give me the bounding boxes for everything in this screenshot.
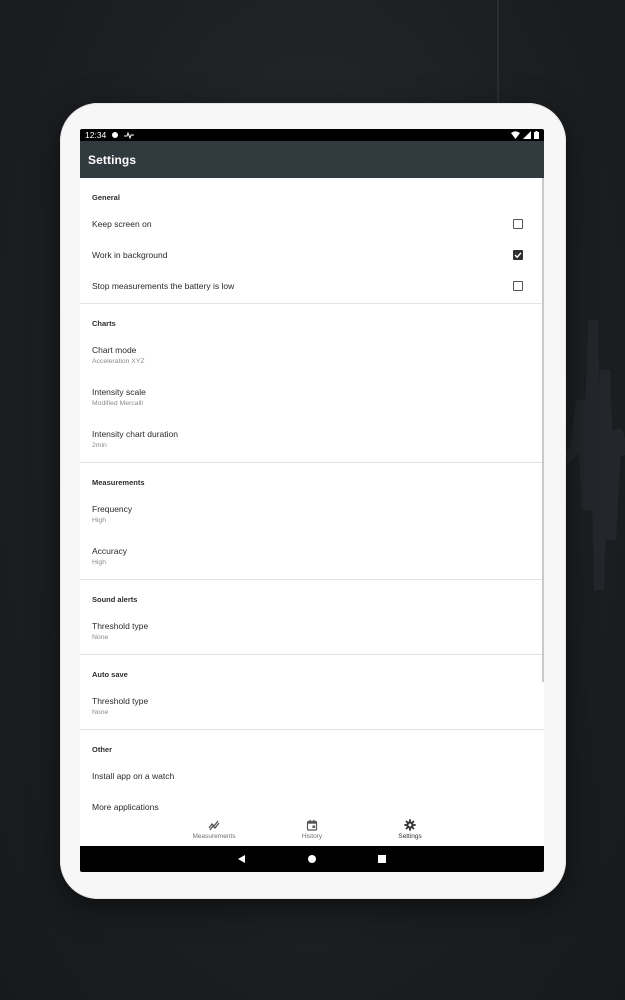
calendar-icon — [306, 819, 318, 831]
setting-accuracy[interactable]: Accuracy High — [80, 535, 544, 577]
setting-title: Accuracy — [92, 546, 127, 556]
section-charts: Charts Chart mode Acceleration XYZ Inten… — [80, 304, 544, 463]
setting-intensity-chart-duration[interactable]: Intensity chart duration 2min — [80, 418, 544, 460]
section-auto-save: Auto save Threshold type None — [80, 655, 544, 730]
system-navigation-bar — [80, 846, 544, 872]
device-screen: 12:34 Settings General Keep screen on Wo… — [80, 129, 544, 872]
setting-title: Threshold type — [92, 621, 149, 631]
section-general: General Keep screen on Work in backgroun… — [80, 178, 544, 304]
setting-title: Chart mode — [92, 345, 137, 355]
section-header: Other — [92, 745, 113, 754]
setting-value: Modified Mercalli — [92, 400, 143, 407]
setting-title: Intensity scale — [92, 387, 146, 397]
work-in-background-checkbox[interactable] — [513, 249, 523, 260]
setting-autosave-threshold-type[interactable]: Threshold type None — [80, 685, 544, 727]
setting-stop-on-low-battery[interactable]: Stop measurements the battery is low — [80, 270, 544, 301]
nav-settings[interactable]: Settings — [361, 818, 459, 840]
setting-value: None — [92, 634, 109, 641]
settings-list[interactable]: General Keep screen on Work in backgroun… — [80, 178, 544, 812]
nav-label: Settings — [398, 832, 422, 840]
back-icon[interactable] — [237, 854, 247, 864]
keep-screen-on-checkbox[interactable] — [513, 218, 523, 229]
setting-work-in-background[interactable]: Work in background — [80, 239, 544, 270]
cell-signal-icon — [523, 131, 531, 139]
setting-chart-mode[interactable]: Chart mode Acceleration XYZ — [80, 334, 544, 376]
setting-title: Intensity chart duration — [92, 429, 178, 439]
recents-icon[interactable] — [377, 854, 387, 864]
background-line — [497, 0, 499, 105]
page-title: Settings — [88, 152, 137, 167]
setting-value: 2min — [92, 442, 107, 449]
setting-intensity-scale[interactable]: Intensity scale Modified Mercalli — [80, 376, 544, 418]
setting-value: Acceleration XYZ — [92, 358, 145, 365]
setting-title: Work in background — [92, 249, 168, 260]
app-bar: Settings — [80, 141, 544, 178]
section-header: Auto save — [92, 670, 128, 679]
setting-title: Frequency — [92, 504, 133, 514]
notification-icon — [112, 132, 119, 138]
wifi-icon — [511, 131, 520, 139]
chart-icon — [208, 820, 220, 830]
setting-sound-threshold-type[interactable]: Threshold type None — [80, 610, 544, 652]
setting-frequency[interactable]: Frequency High — [80, 493, 544, 535]
setting-value: None — [92, 709, 109, 716]
setting-value: High — [92, 517, 106, 524]
section-measurements: Measurements Frequency High Accuracy Hig… — [80, 463, 544, 580]
gear-icon — [404, 818, 416, 831]
setting-value: High — [92, 559, 106, 566]
section-sound-alerts: Sound alerts Threshold type None — [80, 580, 544, 655]
setting-title: Stop measurements the battery is low — [92, 280, 235, 291]
setting-title: Threshold type — [92, 696, 149, 706]
scrollbar[interactable] — [542, 178, 544, 682]
section-header: General — [92, 193, 120, 202]
section-other: Other Install app on a watch More applic… — [80, 730, 544, 812]
status-bar: 12:34 — [80, 129, 544, 141]
nav-label: Measurements — [192, 832, 236, 840]
status-time: 12:34 — [85, 130, 107, 140]
background-waveform — [565, 319, 625, 591]
section-header: Measurements — [92, 478, 145, 487]
nav-label: History — [301, 832, 323, 840]
section-header: Charts — [92, 319, 116, 328]
battery-icon — [534, 131, 539, 139]
section-header: Sound alerts — [92, 595, 138, 604]
setting-install-watch-app[interactable]: Install app on a watch — [80, 760, 544, 791]
setting-more-applications[interactable]: More applications — [80, 791, 544, 812]
pulse-icon — [124, 131, 135, 139]
nav-history[interactable]: History — [263, 819, 361, 840]
checkmark-icon — [514, 251, 522, 258]
home-icon[interactable] — [307, 854, 317, 864]
bottom-navigation: Measurements History Settings — [80, 812, 544, 846]
nav-measurements[interactable]: Measurements — [165, 819, 263, 840]
setting-title: Install app on a watch — [92, 770, 175, 781]
setting-title: More applications — [92, 801, 159, 812]
setting-keep-screen-on[interactable]: Keep screen on — [80, 208, 544, 239]
stop-on-low-battery-checkbox[interactable] — [513, 280, 523, 291]
setting-title: Keep screen on — [92, 218, 152, 229]
